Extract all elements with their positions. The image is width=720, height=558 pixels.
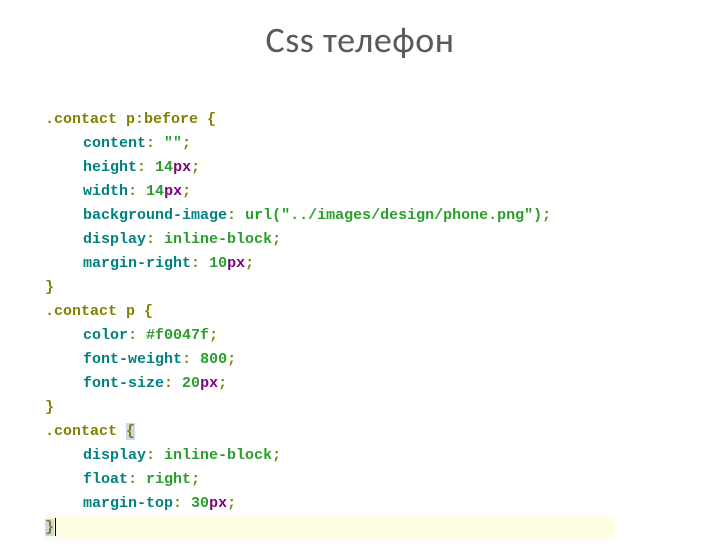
unit: px — [200, 375, 218, 392]
property: width — [83, 183, 128, 200]
value: 800 — [200, 351, 227, 368]
property: font-size — [83, 375, 164, 392]
property: margin-right — [83, 255, 191, 272]
number: 14 — [155, 159, 173, 176]
property: color — [83, 327, 128, 344]
selector: .contact p — [45, 303, 135, 320]
unit: px — [164, 183, 182, 200]
property: content — [83, 135, 146, 152]
unit: px — [227, 255, 245, 272]
code-line: margin-top: 30px; — [45, 492, 615, 516]
number: 14 — [146, 183, 164, 200]
code-line: content: ""; — [45, 132, 615, 156]
number: 10 — [209, 255, 227, 272]
property: display — [83, 447, 146, 464]
code-line-current: } — [45, 516, 615, 540]
unit: px — [173, 159, 191, 176]
code-line: .contact p { — [45, 300, 615, 324]
brace-open: { — [198, 111, 216, 128]
value: "" — [155, 135, 182, 152]
value: #f0047f — [146, 327, 209, 344]
property: float — [83, 471, 128, 488]
brace-close: } — [45, 399, 54, 416]
slide: Css телефон .contact p:before { content:… — [0, 18, 720, 558]
code-line: color: #f0047f; — [45, 324, 615, 348]
property: display — [83, 231, 146, 248]
selector: .contact p:before — [45, 111, 198, 128]
code-line: } — [45, 396, 615, 420]
brace-open-highlight: { — [126, 423, 135, 440]
code-line: height: 14px; — [45, 156, 615, 180]
code-line: display: inline-block; — [45, 228, 615, 252]
string: "../images/design/phone.png" — [281, 207, 533, 224]
code-line: .contact { — [45, 420, 615, 444]
text-cursor — [55, 518, 56, 536]
page-title: Css телефон — [0, 18, 720, 62]
code-line: background-image: url("../images/design/… — [45, 204, 615, 228]
code-line: margin-right: 10px; — [45, 252, 615, 276]
code-line: width: 14px; — [45, 180, 615, 204]
property: font-weight — [83, 351, 182, 368]
brace-open — [117, 423, 126, 440]
code-line: font-weight: 800; — [45, 348, 615, 372]
brace-open: { — [135, 303, 153, 320]
code-line: .contact p:before { — [45, 108, 615, 132]
code-line: display: inline-block; — [45, 444, 615, 468]
css-code-block: .contact p:before { content: ""; height:… — [45, 108, 615, 540]
property: margin-top — [83, 495, 173, 512]
number: 30 — [191, 495, 209, 512]
property: background-image — [83, 207, 227, 224]
value: inline-block — [164, 447, 272, 464]
selector: .contact — [45, 423, 117, 440]
brace-close: } — [45, 279, 54, 296]
url-func: url( — [245, 207, 281, 224]
code-line: } — [45, 276, 615, 300]
property: height — [83, 159, 137, 176]
value: inline-block — [164, 231, 272, 248]
code-line: float: right; — [45, 468, 615, 492]
code-line: font-size: 20px; — [45, 372, 615, 396]
value: right — [146, 471, 191, 488]
unit: px — [209, 495, 227, 512]
number: 20 — [182, 375, 200, 392]
brace-close-highlight: } — [45, 519, 54, 536]
